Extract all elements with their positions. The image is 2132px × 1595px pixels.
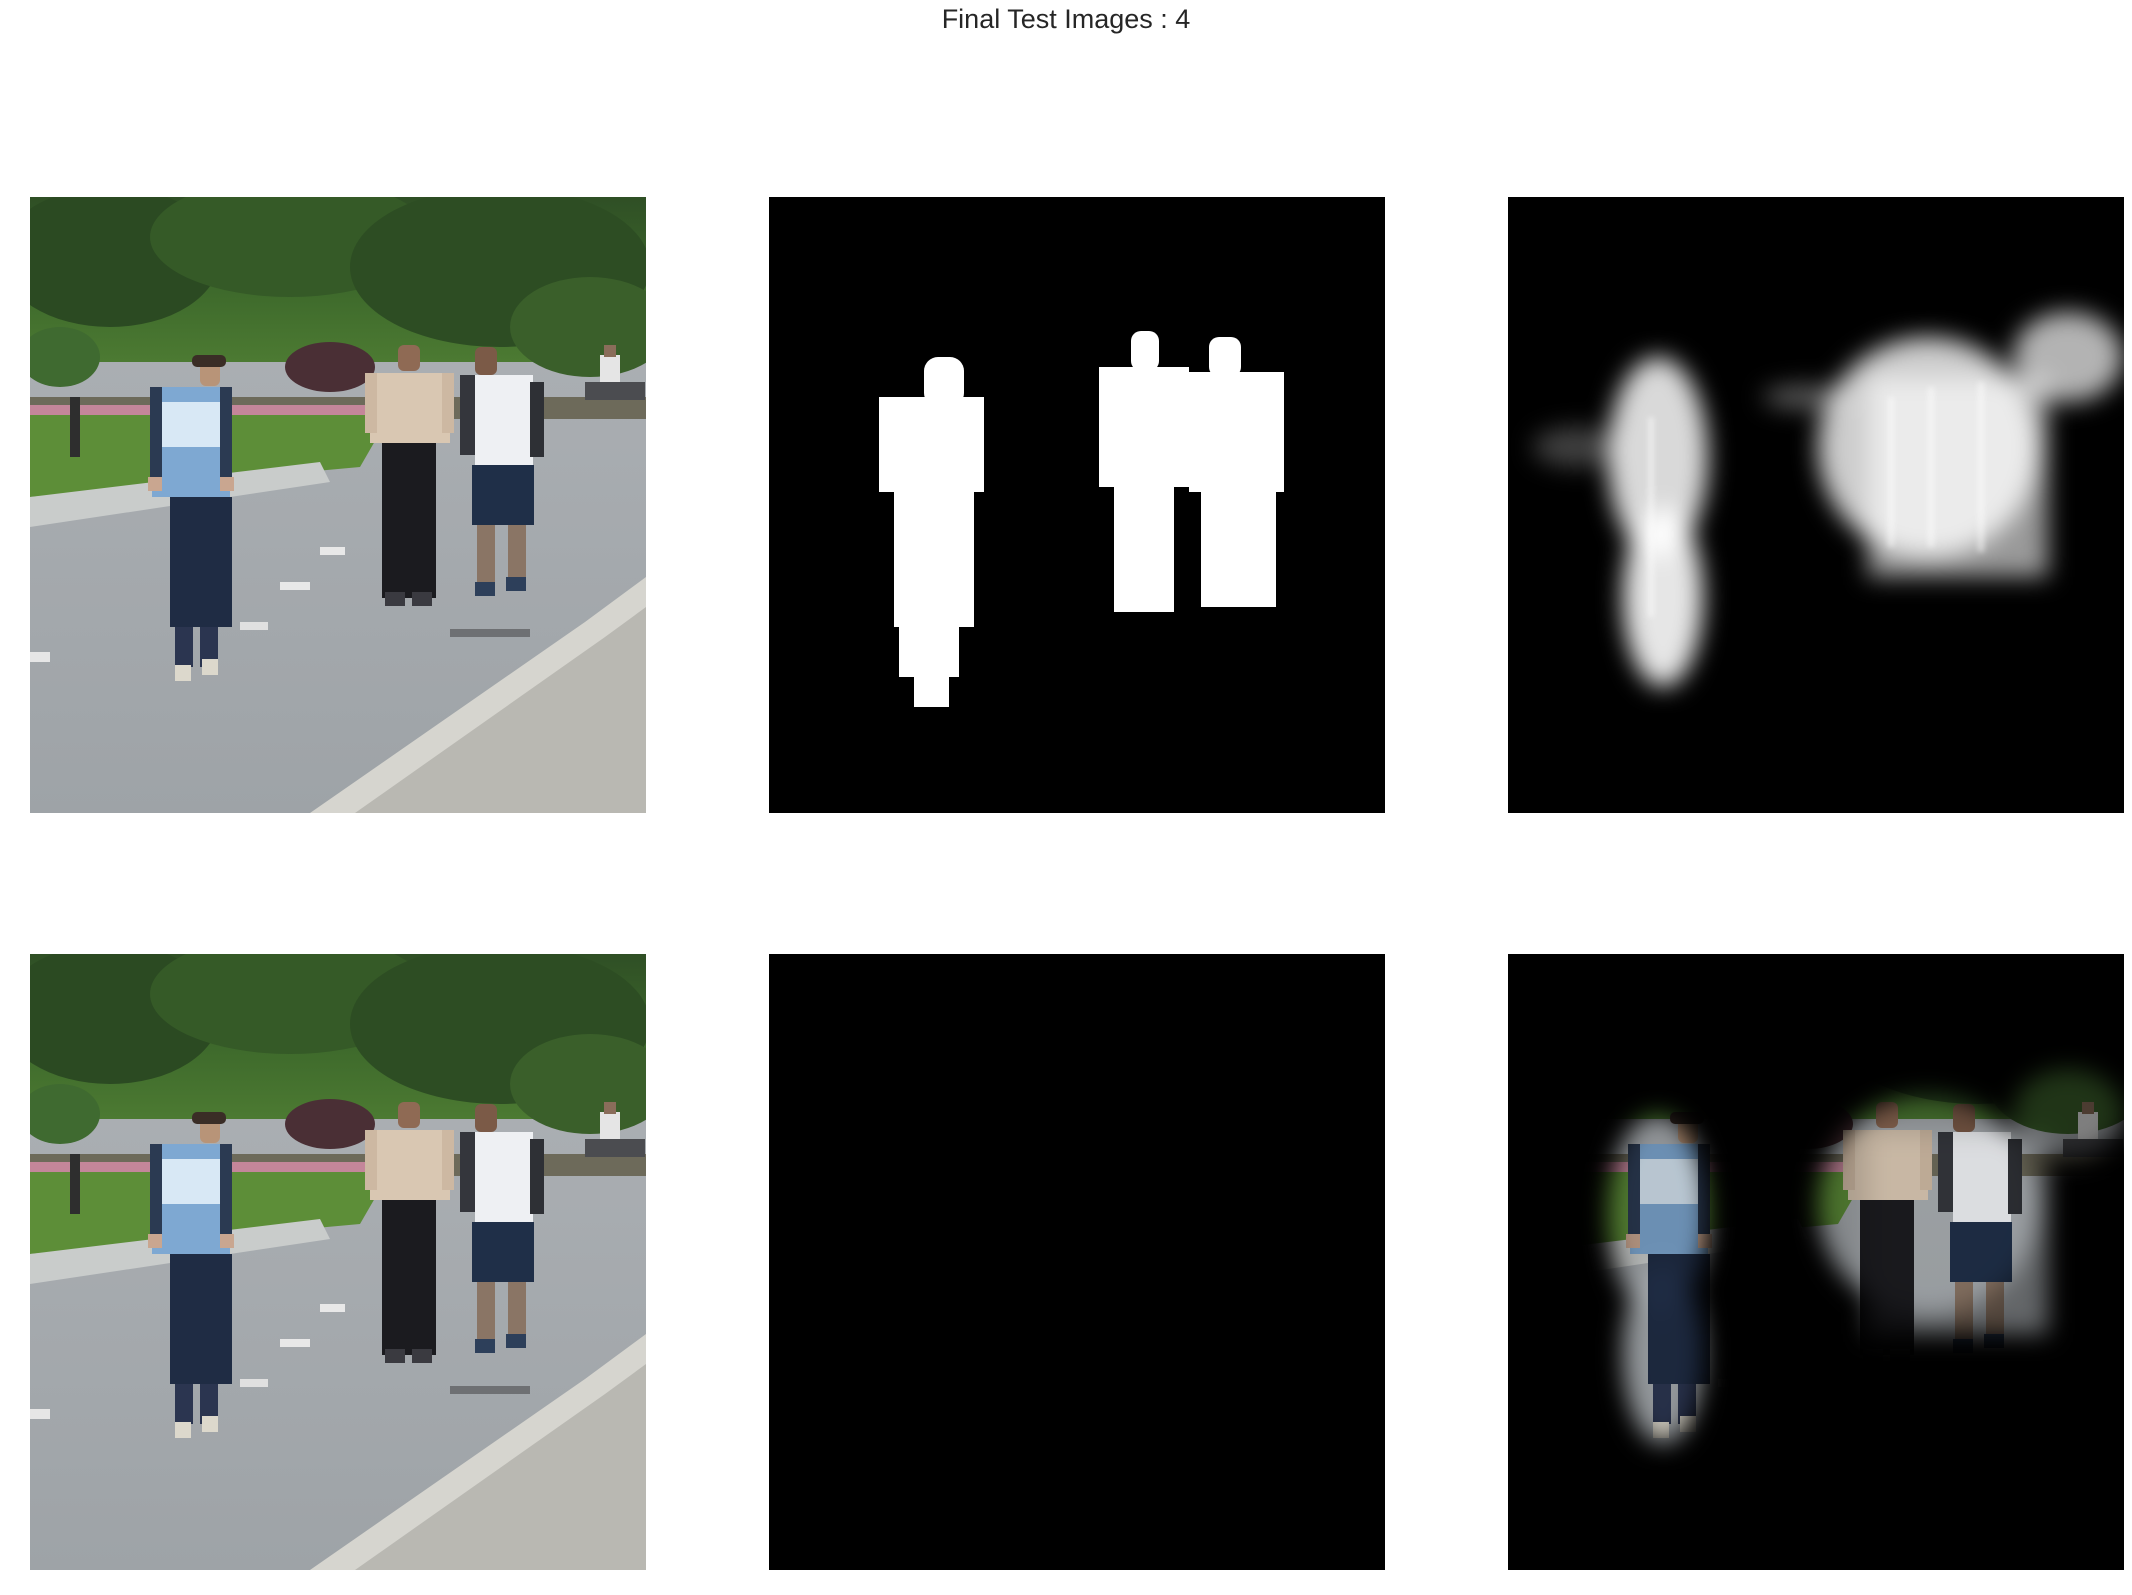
ground-truth-mask-panel [769,197,1385,813]
input-image [30,954,646,1570]
input-image [30,197,646,813]
masked-ground-truth-panel [769,954,1385,1570]
input-image-panel-row2 [30,954,646,1570]
masked-ground-truth-image [769,954,1385,1570]
figure-title: Final Test Images : 4 [941,4,1191,34]
masked-prediction-panel [1508,954,2124,1570]
masked-prediction-image [1508,954,2124,1570]
input-image-panel-row1 [30,197,646,813]
ground-truth-mask [769,197,1385,813]
predicted-mask-panel [1508,197,2124,813]
predicted-mask [1508,197,2124,813]
